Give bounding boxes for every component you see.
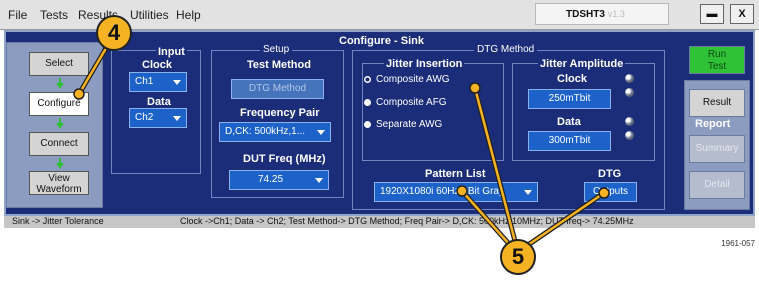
callout-5-endpoint [456,185,468,197]
callout-4-badge: 4 [96,15,132,51]
callout-5-leader [473,86,518,247]
callout-4-leader [77,48,107,96]
callout-5-badge: 5 [500,239,536,275]
callout-5-leader [526,191,606,247]
callout-4-endpoint [73,88,85,100]
callout-5-endpoint [598,187,610,199]
callout-5-endpoint [469,82,481,94]
